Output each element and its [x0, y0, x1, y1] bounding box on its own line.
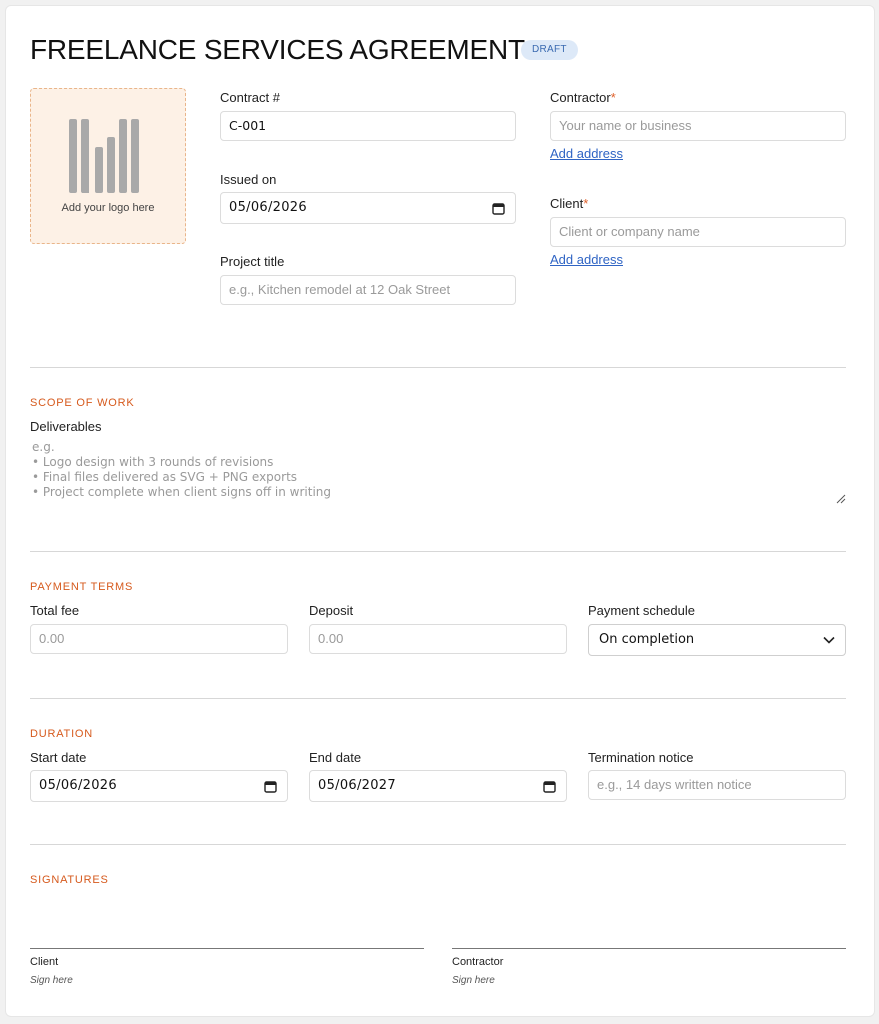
total-fee-input[interactable]: 0.00 — [30, 624, 288, 654]
logo-upload-button[interactable]: Add your logo here — [30, 88, 186, 244]
placeholder-line: • Final files delivered as SVG + PNG exp… — [32, 470, 298, 484]
start-date-label: Start date — [30, 750, 87, 765]
client-label: Client* — [550, 196, 588, 212]
client-signature-line[interactable] — [30, 948, 424, 949]
payment-schedule-select[interactable]: On completion — [588, 624, 846, 656]
contractor-add-address-link[interactable]: Add address — [550, 146, 623, 162]
issued-on-value: 05/06/2026 — [229, 200, 307, 215]
logo-placeholder-icon — [69, 119, 139, 193]
section-divider — [30, 367, 846, 368]
placeholder-line: • Logo design with 3 rounds of revisions — [32, 455, 274, 469]
deposit-input[interactable]: 0.00 — [309, 624, 567, 654]
project-title-input[interactable]: e.g., Kitchen remodel at 12 Oak Street — [220, 275, 516, 305]
contract-number-input[interactable]: C-001 — [220, 111, 516, 141]
section-divider — [30, 844, 846, 845]
contractor-label-text: Contractor — [550, 90, 611, 105]
section-divider — [30, 551, 846, 552]
calendar-icon[interactable] — [492, 202, 505, 215]
deliverables-label: Deliverables — [30, 419, 102, 434]
required-mark: * — [583, 196, 589, 211]
placeholder-line: e.g. — [32, 440, 55, 454]
end-date-value: 05/06/2027 — [318, 778, 396, 793]
signatures-section-title: SIGNATURES — [30, 874, 109, 886]
section-divider — [30, 698, 846, 699]
calendar-icon[interactable] — [264, 780, 277, 793]
contractor-signature-hint: Sign here — [452, 975, 495, 986]
contractor-name-input[interactable]: Your name or business — [550, 111, 846, 141]
contractor-label: Contractor* — [550, 90, 616, 106]
start-date-input[interactable]: 05/06/2026 — [30, 770, 288, 802]
placeholder-line: • Project complete when client signs off… — [32, 485, 332, 499]
payment-section-title: PAYMENT TERMS — [30, 581, 134, 593]
status-badge: DRAFT — [521, 40, 578, 60]
contractor-signature-line[interactable] — [452, 948, 846, 949]
project-title-label: Project title — [220, 254, 285, 269]
end-date-input[interactable]: 05/06/2027 — [309, 770, 567, 802]
resize-handle-icon[interactable] — [836, 494, 846, 504]
required-mark: * — [610, 90, 616, 105]
contractor-signature-label: Contractor — [452, 956, 504, 968]
client-signature-hint: Sign here — [30, 975, 73, 986]
issued-on-date-input[interactable]: 05/06/2026 — [220, 192, 516, 224]
scope-section-title: SCOPE OF WORK — [30, 397, 135, 409]
deliverables-textarea[interactable]: e.g. • Logo design with 3 rounds of revi… — [30, 440, 846, 506]
logo-upload-label: Add your logo here — [61, 202, 155, 214]
calendar-icon[interactable] — [543, 780, 556, 793]
contract-number-label: Contract # — [220, 90, 280, 105]
termination-notice-input[interactable]: e.g., 14 days written notice — [588, 770, 846, 800]
payment-schedule-label: Payment schedule — [588, 603, 695, 618]
duration-section-title: DURATION — [30, 728, 94, 740]
total-fee-label: Total fee — [30, 603, 80, 618]
page-title: FREELANCE SERVICES AGREEMENT — [30, 34, 525, 65]
client-name-input[interactable]: Client or company name — [550, 217, 846, 247]
issued-on-label: Issued on — [220, 172, 277, 187]
client-signature-label: Client — [30, 956, 59, 968]
termination-notice-label: Termination notice — [588, 750, 694, 765]
payment-schedule-value: On completion — [599, 632, 695, 647]
client-label-text: Client — [550, 196, 584, 211]
chevron-down-icon — [823, 636, 835, 644]
deposit-label: Deposit — [309, 603, 354, 618]
client-add-address-link[interactable]: Add address — [550, 252, 623, 268]
start-date-value: 05/06/2026 — [39, 778, 117, 793]
end-date-label: End date — [309, 750, 362, 765]
